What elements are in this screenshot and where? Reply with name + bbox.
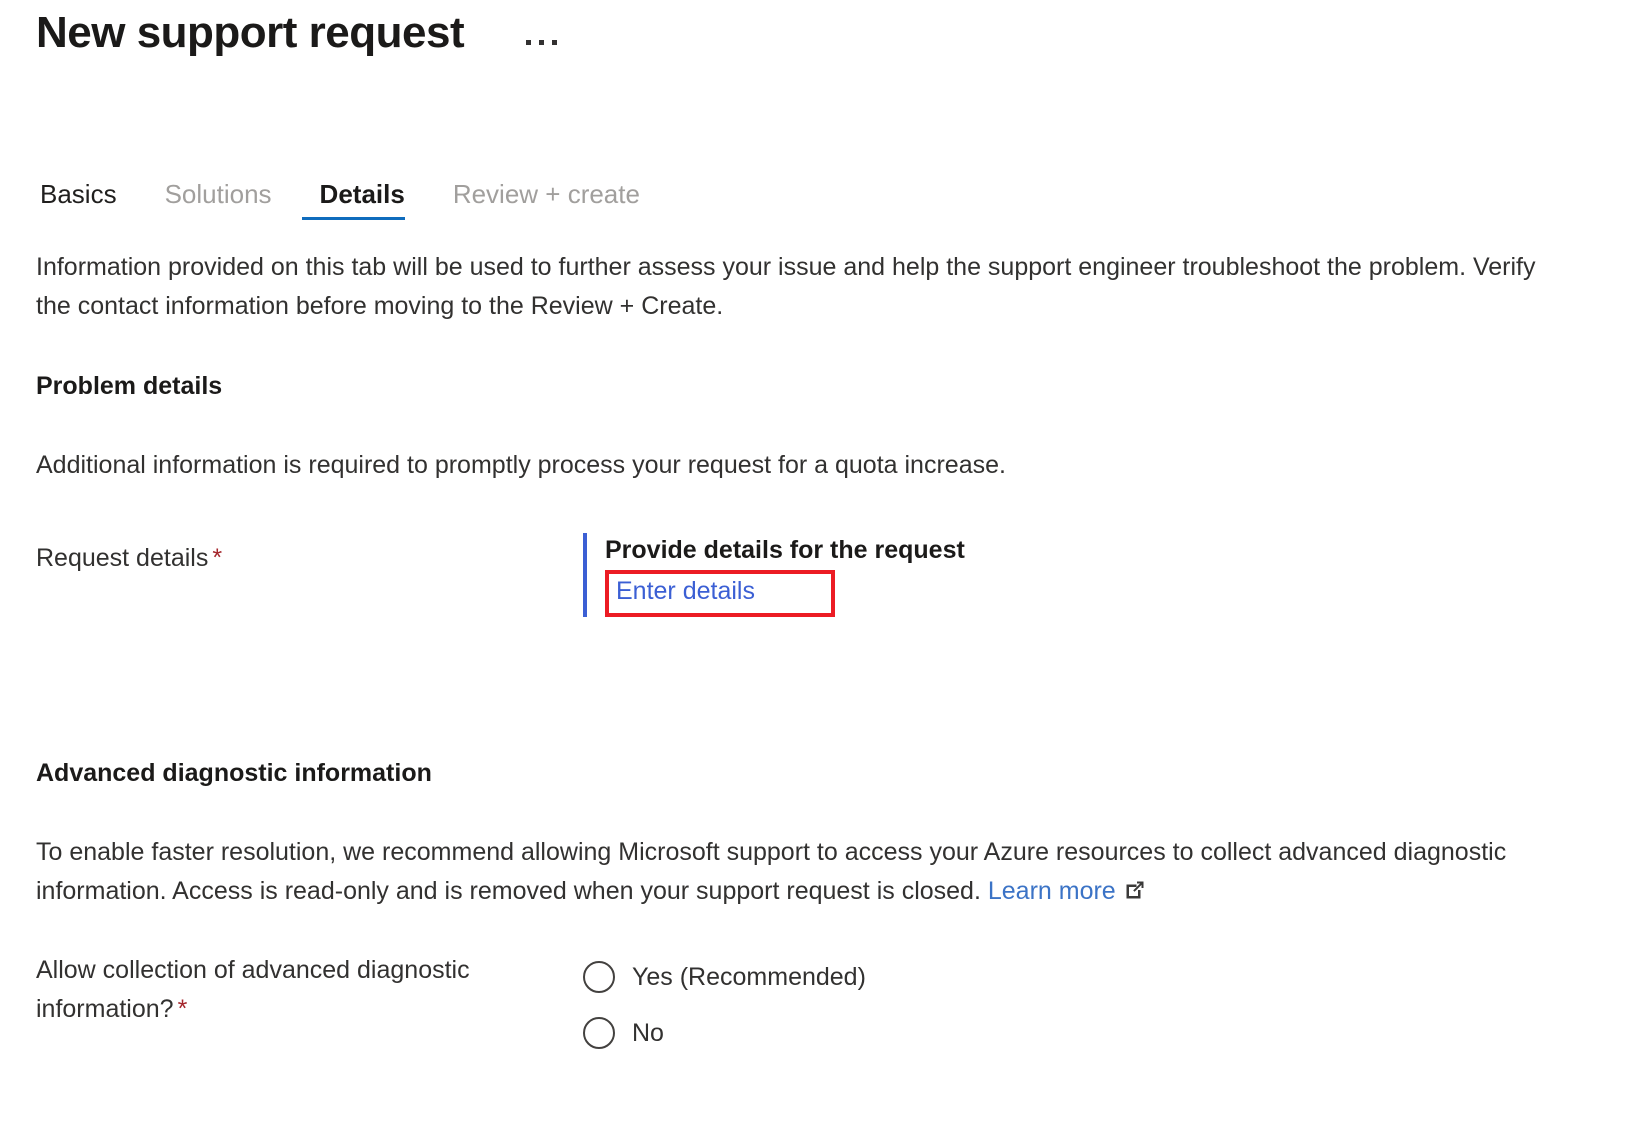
advanced-diagnostics-description-text: To enable faster resolution, we recommen… [36, 838, 1507, 905]
external-link-icon[interactable] [1124, 874, 1146, 913]
page-title: New support request [36, 8, 465, 57]
allow-diagnostics-label: Allow collection of advanced diagnostic … [36, 949, 576, 1029]
tab-review-create[interactable]: Review + create [431, 178, 666, 226]
tab-intro-text: Information provided on this tab will be… [36, 253, 1536, 320]
radio-label-no: No [632, 1018, 664, 1047]
provide-details-control: Provide details for the request Enter de… [583, 533, 965, 617]
request-details-row: Request details * Provide details for the… [36, 533, 1649, 617]
request-details-label-text: Request details [36, 544, 209, 572]
radio-label-yes: Yes (Recommended) [632, 962, 866, 991]
enter-details-link[interactable]: Enter details [616, 577, 755, 605]
provide-details-title: Provide details for the request [605, 536, 965, 564]
ellipsis-icon[interactable] [526, 9, 558, 57]
radio-option-yes[interactable]: Yes (Recommended) [583, 949, 866, 1005]
allow-diagnostics-radio-group: Yes (Recommended) No [583, 949, 866, 1061]
advanced-diagnostics-heading: Advanced diagnostic information [36, 759, 432, 787]
allow-diagnostics-row: Allow collection of advanced diagnostic … [36, 949, 1649, 1061]
title-row: New support request [36, 0, 1649, 64]
radio-circle-no[interactable] [583, 1017, 615, 1049]
radio-circle-yes[interactable] [583, 961, 615, 993]
allow-diagnostics-label-text: Allow collection of advanced diagnostic … [36, 956, 470, 1023]
enter-details-highlight: Enter details [605, 570, 835, 617]
required-asterisk-diagnostics: * [177, 995, 188, 1023]
request-details-label: Request details * [36, 533, 576, 578]
radio-option-no[interactable]: No [583, 1005, 866, 1061]
new-support-request-page: New support request Basics Solutions Det… [0, 0, 1649, 1146]
tab-solutions[interactable]: Solutions [143, 178, 298, 226]
advanced-diagnostics-description: To enable faster resolution, we recommen… [36, 833, 1556, 913]
ellipsis-dot-3 [552, 39, 558, 45]
wizard-tabs: Basics Solutions Details Review + create [36, 170, 1649, 226]
ellipsis-dot-1 [526, 39, 532, 45]
ellipsis-dot-2 [539, 39, 545, 45]
problem-details-heading: Problem details [36, 372, 223, 400]
tab-basics[interactable]: Basics [36, 178, 143, 226]
learn-more-link[interactable]: Learn more [988, 877, 1116, 905]
problem-details-description: Additional information is required to pr… [36, 451, 1006, 479]
required-asterisk: * [212, 544, 223, 572]
tab-details[interactable]: Details [298, 178, 431, 226]
